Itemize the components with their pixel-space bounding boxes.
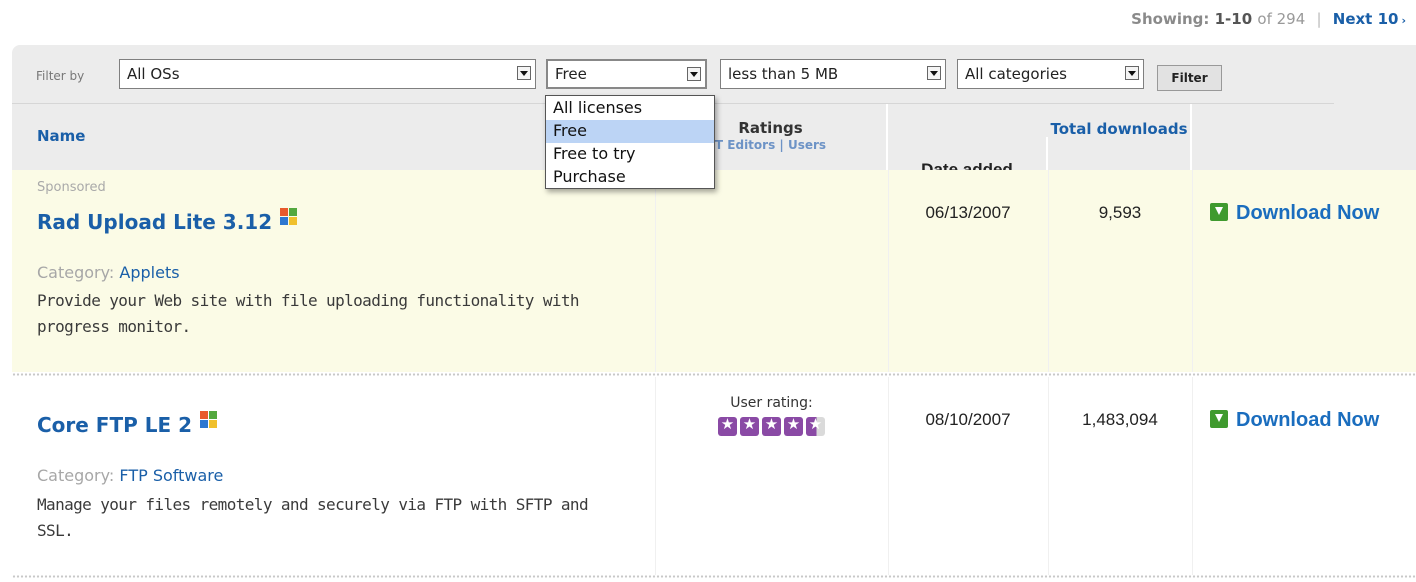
- column-divider: [1192, 170, 1193, 372]
- row-separator: [12, 373, 1416, 376]
- download-icon[interactable]: [1210, 410, 1228, 428]
- rating-stars: [718, 415, 825, 436]
- result-description: Manage your files remotely and securely …: [37, 495, 589, 540]
- size-select-value: less than 5 MB: [728, 65, 839, 83]
- star-icon: [718, 415, 737, 436]
- showing-total: of 294: [1257, 10, 1306, 28]
- star-icon: [784, 415, 803, 436]
- result-category: Category: FTP Software: [37, 466, 223, 485]
- size-select[interactable]: less than 5 MB: [720, 59, 946, 89]
- star-icon: [740, 415, 759, 436]
- result-category: Category: Applets: [37, 263, 180, 282]
- license-select-value: Free: [555, 65, 587, 83]
- result-title-text[interactable]: Core FTP LE 2: [37, 413, 192, 437]
- download-now-button[interactable]: Download Now: [1210, 409, 1379, 432]
- windows-icon: [280, 208, 298, 226]
- column-header-downloads[interactable]: Total downloads: [1048, 104, 1192, 170]
- category-link[interactable]: Applets: [119, 263, 179, 282]
- column-divider: [1192, 377, 1193, 575]
- result-title-link[interactable]: Rad Upload Lite 3.12: [37, 208, 298, 234]
- showing-label: Showing:: [1131, 10, 1210, 28]
- windows-icon: [200, 411, 218, 429]
- download-now-button[interactable]: Download Now: [1210, 202, 1379, 225]
- next-page-link[interactable]: Next 10: [1333, 10, 1399, 28]
- result-date: 06/13/2007: [925, 203, 1011, 222]
- column-divider: [1048, 377, 1049, 575]
- sponsored-label: Sponsored: [37, 180, 106, 195]
- result-row-sponsored: Sponsored Rad Upload Lite 3.12 Category:…: [12, 170, 1416, 372]
- pagination-separator: |: [1316, 10, 1322, 28]
- pagination-status: Showing: 1-10 of 294 | Next 10 ›: [1131, 10, 1406, 28]
- filter-button[interactable]: Filter: [1157, 65, 1222, 91]
- download-icon[interactable]: [1210, 203, 1228, 221]
- chevron-down-icon[interactable]: [687, 67, 701, 81]
- row-separator: [12, 575, 1416, 578]
- category-select-value: All categories: [965, 65, 1067, 83]
- license-option-all[interactable]: All licenses: [546, 97, 714, 120]
- filter-bar: Filter by All OSs Free less than 5 MB Al…: [12, 45, 1416, 102]
- column-divider: [655, 170, 656, 372]
- license-option-free[interactable]: Free: [546, 120, 714, 143]
- result-date: 08/10/2007: [925, 410, 1011, 429]
- os-select[interactable]: All OSs: [119, 59, 536, 89]
- star-icon: [762, 415, 781, 436]
- result-title-text[interactable]: Rad Upload Lite 3.12: [37, 210, 272, 234]
- user-rating: User rating:: [655, 395, 888, 440]
- result-downloads: 9,593: [1098, 203, 1142, 222]
- column-divider: [888, 377, 889, 575]
- chevron-down-icon[interactable]: [1125, 66, 1139, 80]
- column-divider: [1048, 170, 1049, 372]
- chevron-down-icon[interactable]: [517, 66, 531, 80]
- os-select-value: All OSs: [127, 65, 180, 83]
- chevron-down-icon[interactable]: [927, 66, 941, 80]
- half-star-icon: [806, 415, 825, 436]
- result-description: Provide your Web site with file uploadin…: [37, 291, 580, 336]
- license-select[interactable]: Free: [546, 59, 707, 89]
- column-divider: [888, 170, 889, 372]
- category-label: Category:: [37, 263, 115, 282]
- license-option-free-to-try[interactable]: Free to try: [546, 143, 714, 166]
- column-header-action: [1192, 104, 1416, 170]
- category-link[interactable]: FTP Software: [119, 466, 223, 485]
- result-downloads: 1,483,094: [1082, 410, 1158, 429]
- result-title-link[interactable]: Core FTP LE 2: [37, 411, 218, 437]
- category-label: Category:: [37, 466, 115, 485]
- download-now-label[interactable]: Download Now: [1236, 202, 1379, 224]
- filter-label: Filter by: [36, 69, 85, 83]
- category-select[interactable]: All categories: [957, 59, 1144, 89]
- download-now-label[interactable]: Download Now: [1236, 409, 1379, 431]
- user-rating-label: User rating:: [730, 395, 813, 411]
- license-dropdown-menu: All licenses Free Free to try Purchase: [545, 95, 715, 189]
- next-arrow-icon[interactable]: ›: [1401, 14, 1406, 27]
- showing-range: 1-10: [1214, 10, 1253, 28]
- result-row: Core FTP LE 2 User rating: Category: FTP…: [12, 377, 1416, 575]
- license-option-purchase[interactable]: Purchase: [546, 166, 714, 189]
